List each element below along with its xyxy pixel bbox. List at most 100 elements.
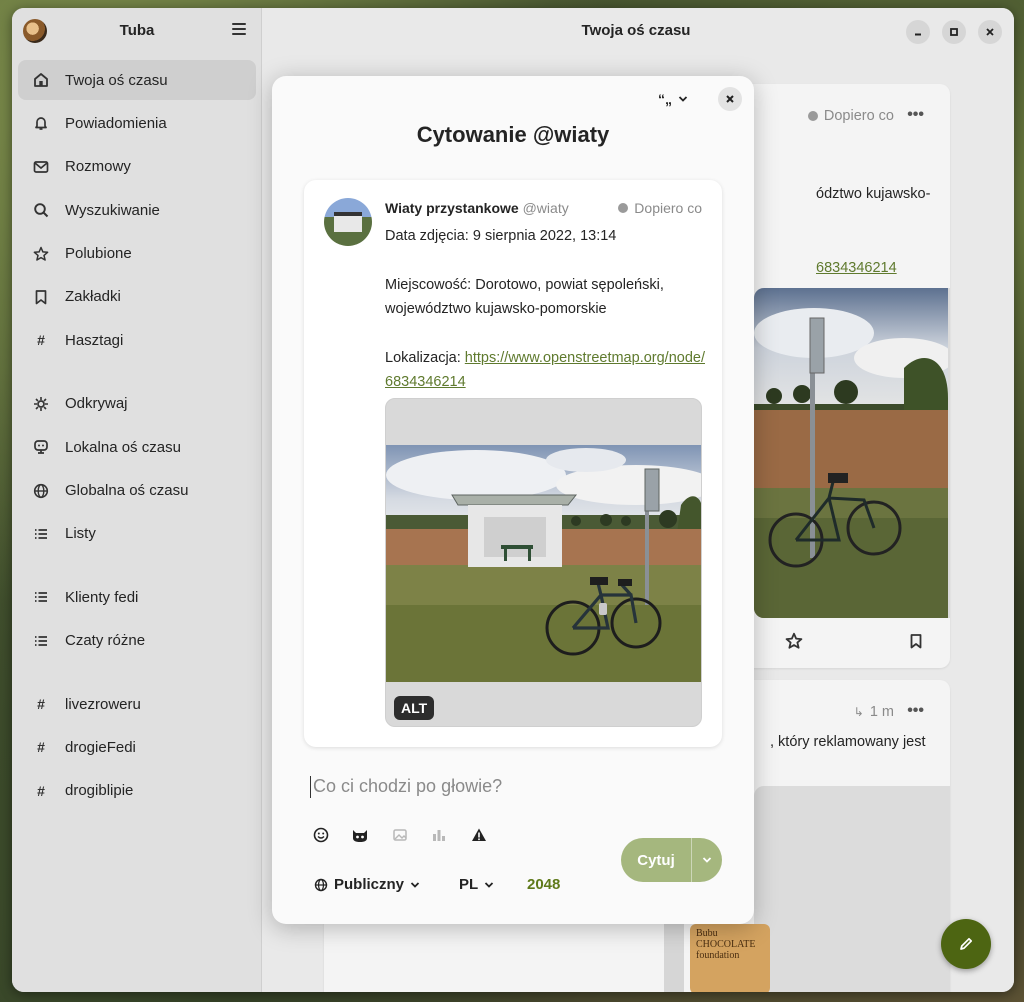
more-options-icon[interactable]: ••• <box>907 106 924 124</box>
sidebar-item-label: Rozmowy <box>65 158 131 176</box>
composer-input[interactable]: Co ci chodzi po głowie? <box>310 776 720 798</box>
hamburger-menu-icon[interactable] <box>232 23 246 37</box>
language-label: PL <box>459 876 479 893</box>
post-paragraph: Data zdjęcia: 9 sierpnia 2022, 13:14 <box>385 228 617 244</box>
sidebar-item-label: Zakładki <box>65 288 121 306</box>
sidebar-item-home[interactable]: Twoja oś czasu <box>18 60 256 100</box>
home-icon <box>32 71 50 89</box>
content-warning-icon[interactable] <box>470 826 488 844</box>
reply-icon: ↳ <box>853 705 864 719</box>
language-dropdown[interactable]: PL <box>459 876 494 893</box>
dialog-title: Cytowanie @wiaty <box>416 122 610 147</box>
quote-icon: “„ <box>658 91 672 107</box>
character-counter: 2048 <box>527 876 561 893</box>
sidebar-item-global-timeline[interactable]: Globalna oś czasu <box>18 471 256 511</box>
sidebar-header: Tuba <box>12 8 261 54</box>
list-icon <box>32 588 50 606</box>
bell-icon <box>32 114 50 132</box>
pencil-icon <box>960 937 973 950</box>
sidebar-item-label: Listy <box>65 525 96 543</box>
sidebar-item-conversations[interactable]: Rozmowy <box>18 147 256 187</box>
quote-type-toggle[interactable]: “„ <box>658 91 688 107</box>
emoji-icon[interactable] <box>312 826 330 844</box>
post-media[interactable] <box>754 786 950 992</box>
post-media[interactable]: ALT <box>385 398 702 727</box>
envelope-icon <box>32 158 50 176</box>
list-icon <box>32 525 50 543</box>
local-icon <box>32 438 50 456</box>
location-label: Lokalizacja: <box>385 349 465 366</box>
post-photo <box>754 288 950 618</box>
sidebar-item-list-chats[interactable]: Czaty różne <box>18 621 256 661</box>
post-text: , który reklamowany jest <box>770 734 926 750</box>
sidebar-item-bookmarks[interactable]: Zakładki <box>18 277 256 317</box>
sidebar-item-tag-drogiefedi[interactable]: # drogieFedi <box>18 727 256 767</box>
post-link[interactable]: 6834346214 <box>816 260 897 276</box>
custom-emoji-icon[interactable] <box>351 826 369 844</box>
sidebar-item-label: Polubione <box>65 245 132 263</box>
page-title: Twoja oś czasu <box>581 22 691 39</box>
sidebar-item-label: Klienty fedi <box>65 588 139 606</box>
sidebar-item-search[interactable]: Wyszukiwanie <box>18 190 256 230</box>
chevron-down-icon <box>410 881 420 888</box>
sidebar-item-label: Hasztagi <box>65 331 124 349</box>
hashtag-icon: # <box>37 332 45 349</box>
sidebar-item-notifications[interactable]: Powiadomienia <box>18 103 256 143</box>
star-icon <box>32 245 50 263</box>
sidebar-item-tag-livezroweru[interactable]: # livezroweru <box>18 684 256 724</box>
sidebar-item-tag-drogiblipie[interactable]: # drogiblipie <box>18 771 256 811</box>
post-media[interactable] <box>754 288 950 618</box>
favourite-star-icon[interactable] <box>785 632 803 655</box>
compose-fab-button[interactable] <box>941 919 991 969</box>
bus-shelter-photo <box>386 445 701 682</box>
hashtag-icon: # <box>37 739 45 756</box>
author-name: Wiaty przystankowe <box>385 200 519 216</box>
post-time: Dopiero co <box>618 200 702 216</box>
hashtag-icon: # <box>37 696 45 713</box>
maximize-button[interactable] <box>942 20 966 44</box>
post-time: Dopiero co <box>823 108 894 124</box>
sidebar-item-hashtags[interactable]: # Hasztagi <box>18 320 256 360</box>
sidebar-item-explore[interactable]: Odkrywaj <box>18 384 256 424</box>
visibility-label: Publiczny <box>334 876 405 893</box>
submit-options-button[interactable] <box>691 838 722 882</box>
post-paragraph: Miejscowość: Dorotowo, powiat sępoleński… <box>385 276 664 318</box>
more-options-icon[interactable]: ••• <box>907 702 924 720</box>
list-icon <box>32 632 50 650</box>
sidebar-item-label: Twoja oś czasu <box>65 71 168 89</box>
minimize-button[interactable] <box>906 20 930 44</box>
bookmark-icon <box>32 288 50 306</box>
sidebar-item-lists[interactable]: Listy <box>18 514 256 554</box>
author-handle: @wiaty <box>522 200 569 216</box>
alt-text-badge[interactable]: ALT <box>394 696 435 720</box>
post-body: Data zdjęcia: 9 sierpnia 2022, 13:14 Mie… <box>385 224 705 419</box>
sidebar-item-label: drogiblipie <box>65 782 134 800</box>
sidebar-item-label: livezroweru <box>65 695 141 713</box>
search-icon <box>32 201 50 219</box>
dialog-close-button[interactable] <box>718 87 742 111</box>
quote-submit-button[interactable]: Cytuj <box>621 838 691 882</box>
sidebar-item-label: Wyszukiwanie <box>65 201 160 219</box>
sidebar-item-label: Odkrywaj <box>65 395 128 413</box>
visibility-icon <box>807 111 818 121</box>
post-text: ództwo kujawsko- <box>816 186 931 202</box>
visibility-icon <box>618 203 629 213</box>
sidebar-item-label: Czaty różne <box>65 632 146 650</box>
sidebar-item-local-timeline[interactable]: Lokalna oś czasu <box>18 427 256 467</box>
compass-icon <box>32 395 50 413</box>
chevron-down-icon <box>678 96 688 102</box>
product-photo: Bubu CHOCOLATE foundation <box>690 924 770 992</box>
sidebar-item-favourites[interactable]: Polubione <box>18 234 256 274</box>
poll-icon <box>430 826 448 844</box>
bookmark-icon[interactable] <box>908 632 924 655</box>
author-avatar[interactable] <box>324 198 372 246</box>
sidebar-item-list-fedi-clients[interactable]: Klienty fedi <box>18 577 256 617</box>
sidebar-nav: Twoja oś czasu Powiadomienia Rozmowy Wys… <box>18 60 256 814</box>
sidebar-item-label: drogieFedi <box>65 738 136 756</box>
window-close-button[interactable] <box>978 20 1002 44</box>
author-line[interactable]: Wiaty przystankowe @wiaty <box>385 200 569 216</box>
sidebar-item-label: Lokalna oś czasu <box>65 438 181 456</box>
visibility-dropdown[interactable]: Publiczny <box>314 876 420 893</box>
sidebar-item-label: Powiadomienia <box>65 114 167 132</box>
post-paragraph: Lokalizacja: https://www.openstreetmap.o… <box>385 346 705 395</box>
